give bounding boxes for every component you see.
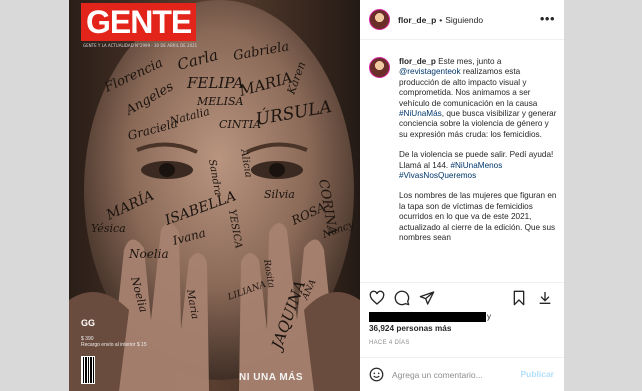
- post-modal: Florencia Carla Gabriela Angeles FELIPA …: [68, 0, 564, 391]
- cover-name: CINTIA: [219, 118, 261, 131]
- post-caption: flor_de_p Este mes, junto a @revistagent…: [369, 50, 559, 282]
- more-horizontal-icon[interactable]: •••: [540, 12, 555, 25]
- bookmark-icon[interactable]: [511, 290, 527, 306]
- caption-hashtag-vivas[interactable]: #VivasNosQueremos: [399, 171, 476, 180]
- cover-name: Silvia: [264, 188, 295, 201]
- magazine-logo: GENTE: [81, 3, 197, 41]
- publisher-logo: GG: [81, 318, 96, 328]
- barcode-icon: [81, 356, 95, 384]
- post-timestamp[interactable]: HACE 4 DÍAS: [369, 340, 410, 346]
- cover-headline: NI UNA MÁS: [239, 372, 304, 383]
- emoji-icon[interactable]: [369, 367, 384, 382]
- header-username[interactable]: flor_de_p: [398, 15, 436, 25]
- comment-bar: Publicar: [360, 357, 564, 391]
- cover-name: FELIPA: [186, 74, 244, 92]
- caption-mention[interactable]: @revistagenteok: [399, 67, 461, 76]
- post-header: flor_de_p • Siguiendo •••: [360, 0, 564, 40]
- comment-input[interactable]: [392, 366, 517, 383]
- following-button[interactable]: Siguiendo: [445, 15, 483, 25]
- download-icon[interactable]: [537, 290, 553, 306]
- avatar[interactable]: [369, 9, 390, 30]
- magazine-subline: GENTE Y LA ACTUALIDAD N°2999 · 30 DE ABR…: [83, 43, 198, 48]
- cover-artwork: Florencia Carla Gabriela Angeles FELIPA …: [69, 0, 360, 391]
- redacted-block: [369, 312, 486, 322]
- publish-button[interactable]: Publicar: [520, 369, 554, 379]
- cover-name: Noelia: [128, 247, 169, 261]
- caption-username[interactable]: flor_de_p: [399, 57, 436, 66]
- likes-row: y: [369, 312, 559, 324]
- cover-price-sub: Recargo envío al interior $ 15: [81, 342, 147, 348]
- post-image[interactable]: Florencia Carla Gabriela Angeles FELIPA …: [69, 0, 360, 391]
- cover-price: $ 390 Recargo envío al interior $ 15: [81, 336, 147, 348]
- caption-hashtag-niunamas[interactable]: #NiUnaMás: [399, 109, 442, 118]
- cover-name: MELISA: [196, 95, 243, 108]
- likes-tail: y: [487, 312, 491, 321]
- heart-icon[interactable]: [369, 290, 385, 306]
- cover-name: Yésica: [91, 222, 126, 235]
- caption-text-p1a: Este mes, junto a: [438, 57, 502, 66]
- share-icon[interactable]: [419, 290, 435, 306]
- caption-text-p3: Los nombres de las mujeres que figuran e…: [399, 191, 557, 243]
- caption-text: flor_de_p Este mes, junto a @revistagent…: [399, 57, 559, 254]
- comment-icon[interactable]: [394, 290, 410, 306]
- post-panel: flor_de_p • Siguiendo ••• flor_de_p Este…: [360, 0, 564, 391]
- caption-avatar[interactable]: [369, 57, 390, 78]
- caption-hashtag-niunamenos[interactable]: #NiUnaMenos: [450, 161, 502, 170]
- post-actions: [360, 282, 564, 314]
- likes-count[interactable]: 36,924 personas más: [369, 324, 451, 333]
- header-separator: •: [439, 14, 443, 25]
